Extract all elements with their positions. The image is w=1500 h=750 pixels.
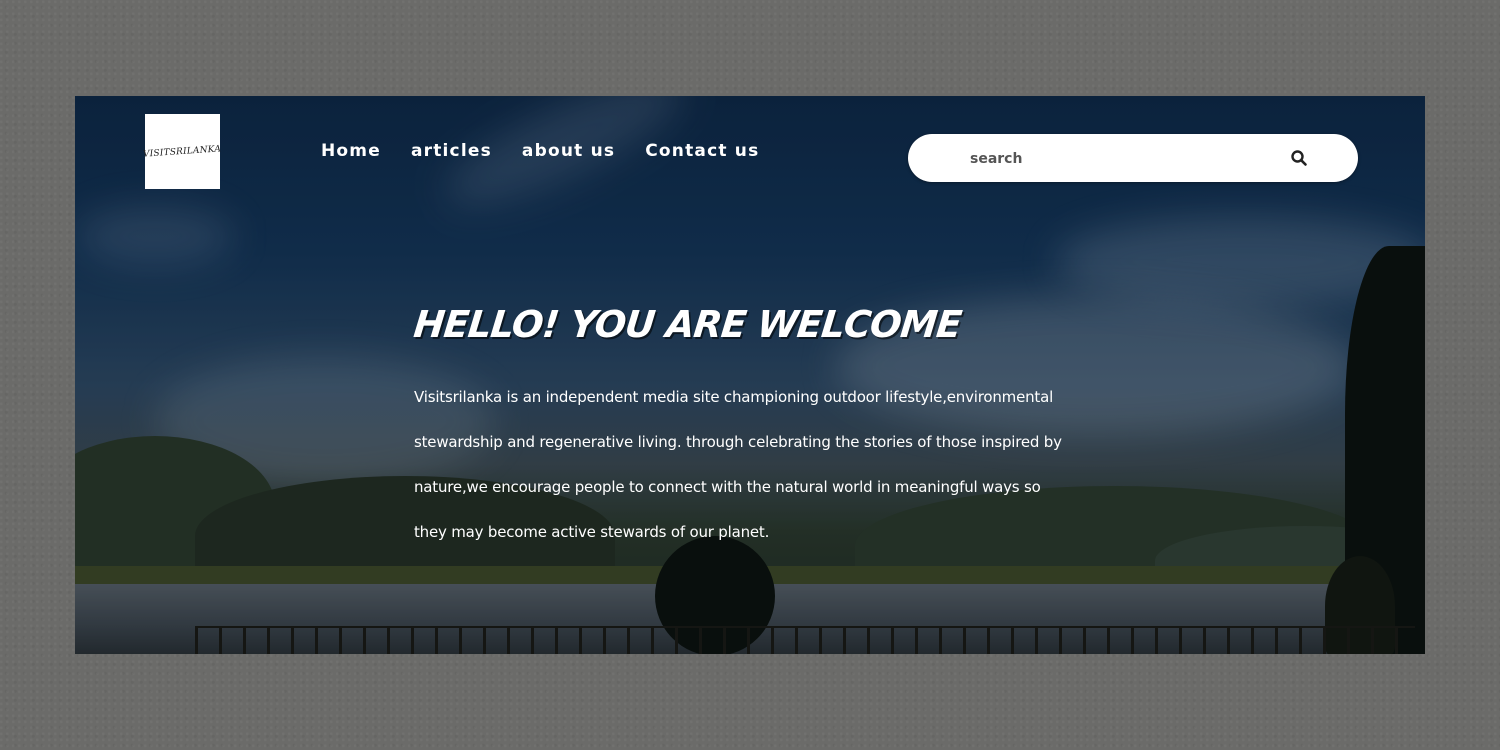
hero-description-line: Visitsrilanka is an independent media si… (414, 388, 1054, 406)
hero-banner: VISITSRILANKA Home articles about us Con… (75, 96, 1425, 654)
hero-description: Visitsrilanka is an independent media si… (414, 383, 1114, 563)
site-logo[interactable]: VISITSRILANKA (143, 114, 222, 189)
hero-title: Hello! you are welcome (411, 303, 964, 346)
hero-description-line: stewardship and regenerative living. thr… (414, 433, 1062, 451)
logo-text: VISITSRILANKA (143, 143, 222, 160)
hero-description-line: they may become active stewards of our p… (414, 523, 770, 541)
search-icon[interactable] (1290, 149, 1308, 167)
nav-item-articles[interactable]: articles (411, 141, 492, 161)
search-bar (908, 134, 1358, 182)
main-nav: Home articles about us Contact us (321, 141, 759, 161)
nav-item-home[interactable]: Home (321, 141, 381, 161)
hero-description-line: nature,we encourage people to connect wi… (414, 478, 1041, 496)
nav-item-about-us[interactable]: about us (522, 141, 615, 161)
nav-item-contact-us[interactable]: Contact us (645, 141, 759, 161)
search-input[interactable] (968, 145, 1272, 173)
